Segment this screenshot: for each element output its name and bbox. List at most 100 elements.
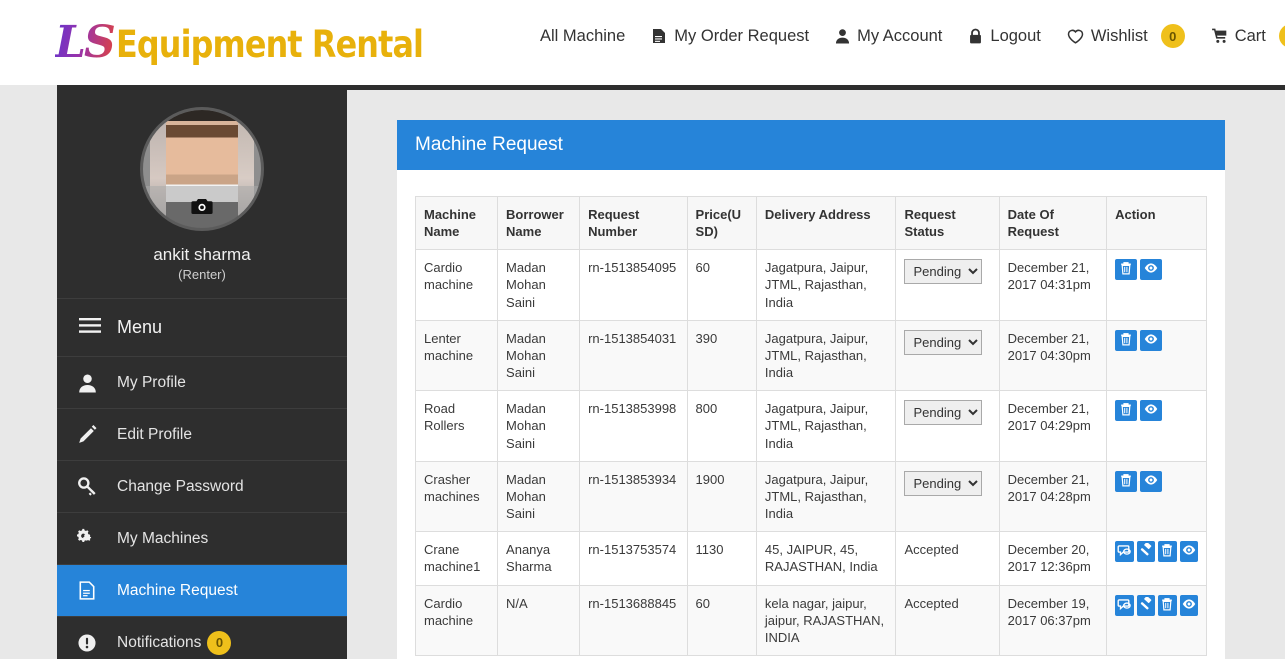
- cell-price: 390: [686, 319, 757, 392]
- cell-request-number: rn-1513854095: [579, 249, 688, 321]
- sidebar-menu-label: Menu: [117, 317, 163, 337]
- sidebar-item-notifications[interactable]: Notifications 0: [57, 616, 347, 659]
- sidebar-menu-list: My Profile Edit Profile Change Password My …: [57, 356, 347, 659]
- action-buttons: [1115, 400, 1198, 422]
- table-row: Cardio machine N/A rn-1513688845 60 kela nag…: [414, 584, 1207, 656]
- key-icon: [57, 477, 117, 496]
- gavel-icon: [1139, 595, 1153, 614]
- cell-action: [1106, 249, 1207, 321]
- request-status-text: Accepted: [904, 595, 959, 611]
- sidebar-item-label: My Machines: [117, 529, 209, 547]
- trash-icon: [1119, 261, 1133, 278]
- sidebar-item-change-password[interactable]: Change Password: [57, 460, 347, 512]
- left-gutter: [0, 85, 57, 659]
- request-status-select[interactable]: PendingAcceptedRejected: [904, 329, 983, 355]
- sidebar-item-label: Notifications: [117, 633, 202, 651]
- cell-request-status: Accepted: [895, 531, 1000, 586]
- nav-item-label: Cart: [1234, 26, 1266, 45]
- request-status-select[interactable]: PendingAcceptedRejected: [904, 259, 983, 285]
- nav-badge: 0: [1160, 24, 1185, 48]
- cell-action: [1106, 460, 1207, 533]
- gavel-button[interactable]: [1136, 541, 1156, 563]
- cell-delivery-address: Jagatpura, Jaipur, JTML, Rajasthan, Indi…: [755, 249, 897, 321]
- nav-badge: 0: [1278, 24, 1285, 48]
- table-row: Lenter machine Madan Mohan Saini rn-151385…: [414, 319, 1207, 392]
- file-icon: [651, 28, 667, 45]
- eye-button[interactable]: [1140, 470, 1163, 492]
- cell-machine-name: Cardio machine: [414, 249, 499, 321]
- column-header: Date Of Request: [998, 195, 1108, 251]
- sidebar-item-my-profile[interactable]: My Profile: [57, 356, 347, 408]
- cell-request-status: PendingAcceptedRejected: [895, 249, 1000, 321]
- sidebar-item-machine-request[interactable]: Machine Request: [57, 564, 347, 616]
- table-body: Cardio machine Madan Mohan Saini rn-151385…: [414, 249, 1207, 656]
- sidebar-menu-toggle[interactable]: Menu: [57, 298, 347, 356]
- cell-request-number: rn-1513688845: [579, 584, 688, 656]
- cell-request-number: rn-1513854031: [579, 319, 688, 392]
- chat-button[interactable]: [1115, 541, 1134, 563]
- cell-delivery-address: Jagatpura, Jaipur, JTML, Rajasthan, Indi…: [755, 390, 897, 462]
- table-row: Crasher machines Madan Mohan Saini rn-1513…: [414, 460, 1207, 533]
- camera-icon[interactable]: [191, 197, 213, 219]
- cell-action: [1106, 390, 1207, 462]
- cell-price: 1130: [686, 531, 757, 586]
- nav-item-my-order-request[interactable]: My Order Request: [651, 27, 809, 46]
- page-body: ankit sharma (Renter) Menu My Profile Edi…: [0, 85, 1285, 659]
- eye-icon: [1182, 597, 1196, 614]
- profile-name: ankit sharma: [153, 245, 251, 264]
- trash-button[interactable]: [1158, 541, 1177, 563]
- site-logo[interactable]: LS Equipment Rental: [55, 17, 473, 68]
- nav-item-all-machine[interactable]: All Machine: [540, 27, 625, 46]
- avatar[interactable]: [140, 107, 264, 231]
- eye-button[interactable]: [1140, 329, 1163, 351]
- sidebar-item-my-machines[interactable]: My Machines: [57, 512, 347, 564]
- sidebar-item-label: Machine Request: [117, 581, 238, 599]
- cell-date-of-request: December 21, 2017 04:30pm: [998, 319, 1108, 392]
- cell-price: 60: [686, 584, 757, 656]
- trash-button[interactable]: [1115, 329, 1138, 351]
- cell-request-status: Accepted: [895, 584, 1000, 656]
- trash-button[interactable]: [1115, 259, 1138, 281]
- eye-button[interactable]: [1179, 541, 1198, 563]
- request-status-select[interactable]: PendingAcceptedRejected: [904, 470, 983, 496]
- column-header: Delivery Address: [755, 195, 897, 251]
- column-header: Request Number: [579, 195, 688, 251]
- table-row: Road Rollers Madan Mohan Saini rn-15138539…: [414, 390, 1207, 462]
- eye-button[interactable]: [1140, 259, 1163, 281]
- header-divider-strip: [57, 85, 1285, 90]
- eye-button[interactable]: [1179, 594, 1198, 616]
- request-status-select[interactable]: PendingAcceptedRejected: [904, 400, 983, 426]
- eye-icon: [1144, 261, 1158, 278]
- nav-item-my-account[interactable]: My Account: [835, 27, 942, 46]
- gavel-icon: [1139, 542, 1153, 560]
- trash-button[interactable]: [1115, 400, 1138, 422]
- profile-role: (Renter): [178, 267, 226, 282]
- sidebar-item-label: Edit Profile: [117, 425, 192, 443]
- trash-button[interactable]: [1115, 470, 1138, 492]
- cell-borrower-name: Madan Mohan Saini: [497, 390, 581, 462]
- nav-item-logout[interactable]: Logout: [968, 27, 1041, 46]
- chat-button[interactable]: [1115, 594, 1134, 616]
- main-content: Machine Request Machine Name Borrower Nam…: [347, 85, 1285, 659]
- nav-item-label: My Account: [857, 26, 943, 45]
- eye-icon: [1144, 473, 1158, 490]
- site-header: LS Equipment Rental All Machine My Order …: [0, 0, 1285, 85]
- cell-price: 800: [686, 390, 757, 462]
- user-icon: [57, 373, 117, 393]
- sidebar: ankit sharma (Renter) Menu My Profile Edi…: [57, 85, 347, 659]
- cell-action: [1106, 319, 1207, 392]
- gavel-button[interactable]: [1136, 594, 1156, 616]
- nav-item-cart[interactable]: Cart 0: [1211, 24, 1285, 48]
- eye-button[interactable]: [1140, 400, 1163, 422]
- cell-machine-name: Cardio machine: [414, 584, 499, 656]
- sidebar-item-edit-profile[interactable]: Edit Profile: [57, 408, 347, 460]
- cell-request-number: rn-1513753574: [579, 531, 688, 586]
- action-buttons: [1115, 470, 1198, 492]
- trash-button[interactable]: [1158, 594, 1177, 616]
- cell-request-status: PendingAcceptedRejected: [895, 319, 1000, 392]
- pencil-icon: [57, 425, 117, 444]
- user-icon: [835, 28, 850, 44]
- nav-item-wishlist[interactable]: Wishlist 0: [1067, 24, 1185, 48]
- action-buttons: [1115, 594, 1198, 616]
- machine-request-table: Machine Name Borrower Name Request Number P…: [414, 195, 1207, 656]
